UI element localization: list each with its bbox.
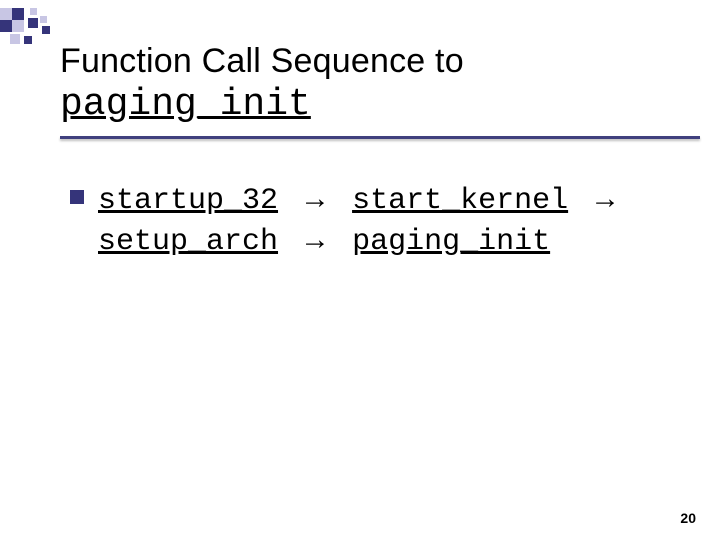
title-underline: [60, 136, 700, 139]
title-line-2: paging_init: [60, 83, 690, 126]
slide-body: startup_32 → start_kernel → setup_arch →…: [70, 180, 680, 261]
function-name: start_kernel: [352, 184, 568, 218]
function-name: startup_32: [98, 184, 278, 218]
arrow-icon: →: [586, 182, 624, 215]
page-number: 20: [680, 510, 696, 526]
function-name: paging_init: [352, 225, 550, 259]
arrow-icon: →: [296, 223, 334, 256]
slide-title: Function Call Sequence to paging_init: [60, 42, 690, 139]
corner-decoration: [0, 8, 58, 50]
title-line-1: Function Call Sequence to: [60, 42, 690, 81]
square-bullet-icon: [70, 190, 84, 204]
arrow-icon: →: [296, 182, 334, 215]
function-name: setup_arch: [98, 225, 278, 259]
call-sequence-text: startup_32 → start_kernel → setup_arch →…: [98, 180, 624, 261]
bullet-item: startup_32 → start_kernel → setup_arch →…: [70, 180, 680, 261]
